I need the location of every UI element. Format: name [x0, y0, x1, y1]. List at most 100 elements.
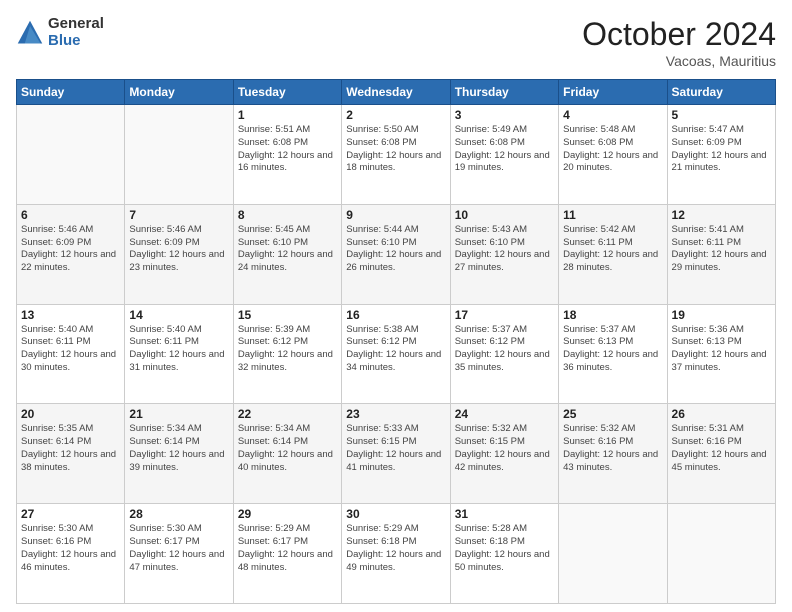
title-area: October 2024 Vacoas, Mauritius: [582, 16, 776, 69]
day-number: 14: [129, 308, 228, 322]
day-number: 28: [129, 507, 228, 521]
calendar-cell-1-0: 6 Sunrise: 5:46 AM Sunset: 6:09 PM Daylig…: [17, 204, 125, 304]
day-detail: Sunrise: 5:31 AM Sunset: 6:16 PM Dayligh…: [672, 423, 771, 474]
logo-general-text: General: [48, 16, 104, 33]
day-number: 30: [346, 507, 445, 521]
day-number: 17: [455, 308, 554, 322]
calendar-cell-4-1: 28 Sunrise: 5:30 AM Sunset: 6:17 PM Dayli…: [125, 504, 233, 604]
day-number: 27: [21, 507, 120, 521]
calendar-cell-0-5: 4 Sunrise: 5:48 AM Sunset: 6:08 PM Daylig…: [559, 105, 667, 205]
day-number: 13: [21, 308, 120, 322]
calendar-table: SundayMondayTuesdayWednesdayThursdayFrid…: [16, 79, 776, 604]
day-detail: Sunrise: 5:28 AM Sunset: 6:18 PM Dayligh…: [455, 523, 554, 574]
day-number: 23: [346, 407, 445, 421]
day-number: 15: [238, 308, 337, 322]
calendar-cell-0-4: 3 Sunrise: 5:49 AM Sunset: 6:08 PM Daylig…: [450, 105, 558, 205]
calendar-cell-1-4: 10 Sunrise: 5:43 AM Sunset: 6:10 PM Dayli…: [450, 204, 558, 304]
day-number: 20: [21, 407, 120, 421]
day-detail: Sunrise: 5:40 AM Sunset: 6:11 PM Dayligh…: [21, 324, 120, 375]
day-number: 24: [455, 407, 554, 421]
day-detail: Sunrise: 5:30 AM Sunset: 6:16 PM Dayligh…: [21, 523, 120, 574]
day-number: 12: [672, 208, 771, 222]
day-detail: Sunrise: 5:34 AM Sunset: 6:14 PM Dayligh…: [129, 423, 228, 474]
day-detail: Sunrise: 5:39 AM Sunset: 6:12 PM Dayligh…: [238, 324, 337, 375]
weekday-header-row: SundayMondayTuesdayWednesdayThursdayFrid…: [17, 80, 776, 105]
calendar-cell-4-2: 29 Sunrise: 5:29 AM Sunset: 6:17 PM Dayli…: [233, 504, 341, 604]
day-number: 22: [238, 407, 337, 421]
calendar-cell-0-3: 2Sunrise: 5:50 AM Sunset: 6:08 PM Daylig…: [342, 105, 450, 205]
calendar-cell-2-5: 18 Sunrise: 5:37 AM Sunset: 6:13 PM Dayli…: [559, 304, 667, 404]
day-detail: Sunrise: 5:45 AM Sunset: 6:10 PM Dayligh…: [238, 224, 337, 275]
calendar-cell-0-2: 1 Sunrise: 5:51 AM Sunset: 6:08 PM Daylig…: [233, 105, 341, 205]
page: General Blue October 2024 Vacoas, Maurit…: [0, 0, 792, 612]
day-number: 5: [672, 108, 771, 122]
calendar-week-row-0: 1 Sunrise: 5:51 AM Sunset: 6:08 PM Daylig…: [17, 105, 776, 205]
month-title: October 2024: [582, 16, 776, 53]
logo-icon: [16, 19, 44, 47]
day-number: 7: [129, 208, 228, 222]
day-number: 19: [672, 308, 771, 322]
calendar-cell-2-0: 13 Sunrise: 5:40 AM Sunset: 6:11 PM Dayli…: [17, 304, 125, 404]
weekday-header-sunday: Sunday: [17, 80, 125, 105]
calendar-week-row-4: 27 Sunrise: 5:30 AM Sunset: 6:16 PM Dayli…: [17, 504, 776, 604]
logo-text: General Blue: [48, 16, 104, 49]
calendar-cell-1-1: 7 Sunrise: 5:46 AM Sunset: 6:09 PM Daylig…: [125, 204, 233, 304]
day-detail: Sunrise: 5:48 AM Sunset: 6:08 PM Dayligh…: [563, 124, 662, 175]
day-number: 11: [563, 208, 662, 222]
calendar-cell-1-6: 12 Sunrise: 5:41 AM Sunset: 6:11 PM Dayli…: [667, 204, 775, 304]
calendar-cell-4-0: 27 Sunrise: 5:30 AM Sunset: 6:16 PM Dayli…: [17, 504, 125, 604]
day-detail: Sunrise: 5:33 AM Sunset: 6:15 PM Dayligh…: [346, 423, 445, 474]
day-detail: Sunrise: 5:46 AM Sunset: 6:09 PM Dayligh…: [129, 224, 228, 275]
calendar-cell-3-0: 20 Sunrise: 5:35 AM Sunset: 6:14 PM Dayli…: [17, 404, 125, 504]
day-detail: Sunrise: 5:36 AM Sunset: 6:13 PM Dayligh…: [672, 324, 771, 375]
day-number: 4: [563, 108, 662, 122]
calendar-cell-3-2: 22 Sunrise: 5:34 AM Sunset: 6:14 PM Dayli…: [233, 404, 341, 504]
day-number: 8: [238, 208, 337, 222]
calendar-cell-3-1: 21Sunrise: 5:34 AM Sunset: 6:14 PM Dayli…: [125, 404, 233, 504]
day-number: 18: [563, 308, 662, 322]
header: General Blue October 2024 Vacoas, Maurit…: [16, 16, 776, 69]
day-number: 2: [346, 108, 445, 122]
logo-blue-text: Blue: [48, 33, 104, 50]
day-number: 1: [238, 108, 337, 122]
calendar-cell-4-4: 31Sunrise: 5:28 AM Sunset: 6:18 PM Dayli…: [450, 504, 558, 604]
calendar-week-row-3: 20 Sunrise: 5:35 AM Sunset: 6:14 PM Dayli…: [17, 404, 776, 504]
day-detail: Sunrise: 5:47 AM Sunset: 6:09 PM Dayligh…: [672, 124, 771, 175]
day-detail: Sunrise: 5:42 AM Sunset: 6:11 PM Dayligh…: [563, 224, 662, 275]
day-detail: Sunrise: 5:46 AM Sunset: 6:09 PM Dayligh…: [21, 224, 120, 275]
calendar-week-row-2: 13 Sunrise: 5:40 AM Sunset: 6:11 PM Dayli…: [17, 304, 776, 404]
day-number: 26: [672, 407, 771, 421]
day-number: 25: [563, 407, 662, 421]
day-detail: Sunrise: 5:34 AM Sunset: 6:14 PM Dayligh…: [238, 423, 337, 474]
weekday-header-tuesday: Tuesday: [233, 80, 341, 105]
calendar-cell-2-1: 14Sunrise: 5:40 AM Sunset: 6:11 PM Dayli…: [125, 304, 233, 404]
day-number: 9: [346, 208, 445, 222]
calendar-cell-4-3: 30Sunrise: 5:29 AM Sunset: 6:18 PM Dayli…: [342, 504, 450, 604]
day-detail: Sunrise: 5:51 AM Sunset: 6:08 PM Dayligh…: [238, 124, 337, 175]
calendar-cell-3-4: 24 Sunrise: 5:32 AM Sunset: 6:15 PM Dayli…: [450, 404, 558, 504]
weekday-header-friday: Friday: [559, 80, 667, 105]
day-detail: Sunrise: 5:30 AM Sunset: 6:17 PM Dayligh…: [129, 523, 228, 574]
day-number: 6: [21, 208, 120, 222]
day-detail: Sunrise: 5:29 AM Sunset: 6:17 PM Dayligh…: [238, 523, 337, 574]
day-detail: Sunrise: 5:37 AM Sunset: 6:13 PM Dayligh…: [563, 324, 662, 375]
day-detail: Sunrise: 5:43 AM Sunset: 6:10 PM Dayligh…: [455, 224, 554, 275]
day-detail: Sunrise: 5:49 AM Sunset: 6:08 PM Dayligh…: [455, 124, 554, 175]
calendar-cell-2-3: 16Sunrise: 5:38 AM Sunset: 6:12 PM Dayli…: [342, 304, 450, 404]
location-subtitle: Vacoas, Mauritius: [582, 53, 776, 69]
day-number: 3: [455, 108, 554, 122]
day-detail: Sunrise: 5:41 AM Sunset: 6:11 PM Dayligh…: [672, 224, 771, 275]
calendar-cell-3-3: 23 Sunrise: 5:33 AM Sunset: 6:15 PM Dayli…: [342, 404, 450, 504]
day-number: 16: [346, 308, 445, 322]
calendar-cell-1-3: 9Sunrise: 5:44 AM Sunset: 6:10 PM Daylig…: [342, 204, 450, 304]
calendar-cell-2-4: 17Sunrise: 5:37 AM Sunset: 6:12 PM Dayli…: [450, 304, 558, 404]
calendar-cell-2-2: 15 Sunrise: 5:39 AM Sunset: 6:12 PM Dayli…: [233, 304, 341, 404]
calendar-cell-4-5: [559, 504, 667, 604]
day-number: 29: [238, 507, 337, 521]
logo: General Blue: [16, 16, 104, 49]
day-detail: Sunrise: 5:32 AM Sunset: 6:16 PM Dayligh…: [563, 423, 662, 474]
day-detail: Sunrise: 5:32 AM Sunset: 6:15 PM Dayligh…: [455, 423, 554, 474]
calendar-cell-0-1: [125, 105, 233, 205]
day-number: 10: [455, 208, 554, 222]
day-detail: Sunrise: 5:35 AM Sunset: 6:14 PM Dayligh…: [21, 423, 120, 474]
